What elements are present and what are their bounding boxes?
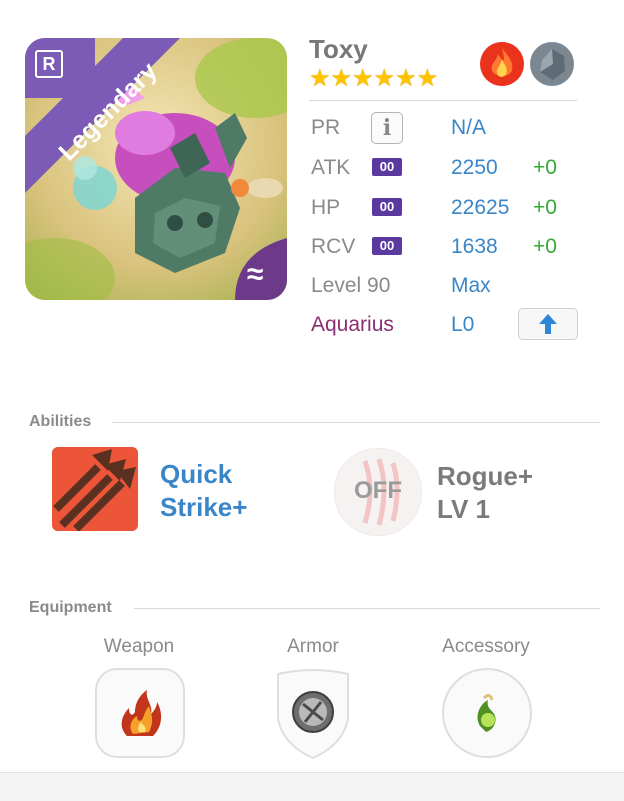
rank-r-label: R	[42, 54, 56, 74]
armor-label: Armor	[287, 636, 339, 657]
flame-weapon-icon	[121, 690, 162, 736]
pr-label: PR	[311, 116, 341, 139]
ability-name-line2: Strike+	[160, 492, 248, 522]
water-element-icon: ≈	[247, 258, 264, 291]
off-status: OFF	[354, 477, 402, 504]
atk-value: 2250	[451, 156, 498, 179]
equipment-heading: Equipment	[29, 599, 112, 616]
zodiac-label: Aquarius	[311, 313, 394, 336]
weapon-label: Weapon	[103, 636, 175, 657]
quick-strike-icon[interactable]	[52, 447, 138, 531]
zodiac-level: L0	[451, 313, 475, 336]
hp-value: 22625	[451, 196, 510, 219]
ability-name-line1: Quick	[160, 459, 233, 489]
header-divider	[309, 100, 577, 101]
stone-icon	[528, 40, 576, 88]
accessory-slot[interactable]	[442, 668, 532, 758]
pr-value: N/A	[451, 116, 487, 139]
unit-portrait[interactable]: Legendary R ≈	[25, 38, 287, 300]
equipment-divider	[134, 608, 600, 609]
hp-label: HP	[311, 196, 341, 219]
atk-bonus: +0	[533, 156, 557, 179]
abilities-heading: Abilities	[29, 413, 92, 430]
accessory-label: Accessory	[442, 636, 530, 657]
rcv-badge: 00	[372, 237, 402, 255]
level-label: Level 90	[311, 274, 391, 297]
atk-label: ATK	[311, 156, 351, 179]
ability-quick-strike[interactable]: Quick Strike+	[160, 458, 247, 524]
abilities-divider	[112, 422, 600, 423]
info-button[interactable]: i	[371, 112, 403, 144]
unit-name: Toxy	[309, 34, 368, 64]
armor-slot[interactable]	[268, 666, 358, 762]
gray-orb-armor-icon	[292, 691, 334, 733]
info-icon: i	[382, 115, 392, 141]
rogue-ability-icon[interactable]: OFF	[334, 448, 422, 536]
rank-r-icon: R	[35, 50, 63, 78]
ability-rogue-name: Rogue+	[437, 461, 534, 491]
hp-badge: 00	[372, 198, 402, 216]
level-value: Max	[451, 274, 491, 297]
rcv-value: 1638	[451, 235, 498, 258]
ability-rogue-level: LV 1	[437, 494, 490, 524]
arrow-up-icon	[539, 314, 557, 334]
green-gem-accessory-icon	[477, 693, 496, 732]
stars-text: ★★★★★★	[309, 65, 439, 92]
fire-icon	[478, 40, 526, 88]
weapon-slot[interactable]	[95, 668, 185, 758]
star-rating: ★★★★★★	[309, 66, 438, 92]
rcv-bonus: +0	[533, 235, 557, 258]
upgrade-button[interactable]	[518, 308, 578, 340]
hp-bonus: +0	[533, 196, 557, 219]
bottom-bar	[0, 772, 624, 801]
atk-badge: 00	[372, 158, 402, 176]
ability-rogue[interactable]: Rogue+ LV 1	[437, 460, 533, 526]
rcv-label: RCV	[311, 235, 356, 258]
